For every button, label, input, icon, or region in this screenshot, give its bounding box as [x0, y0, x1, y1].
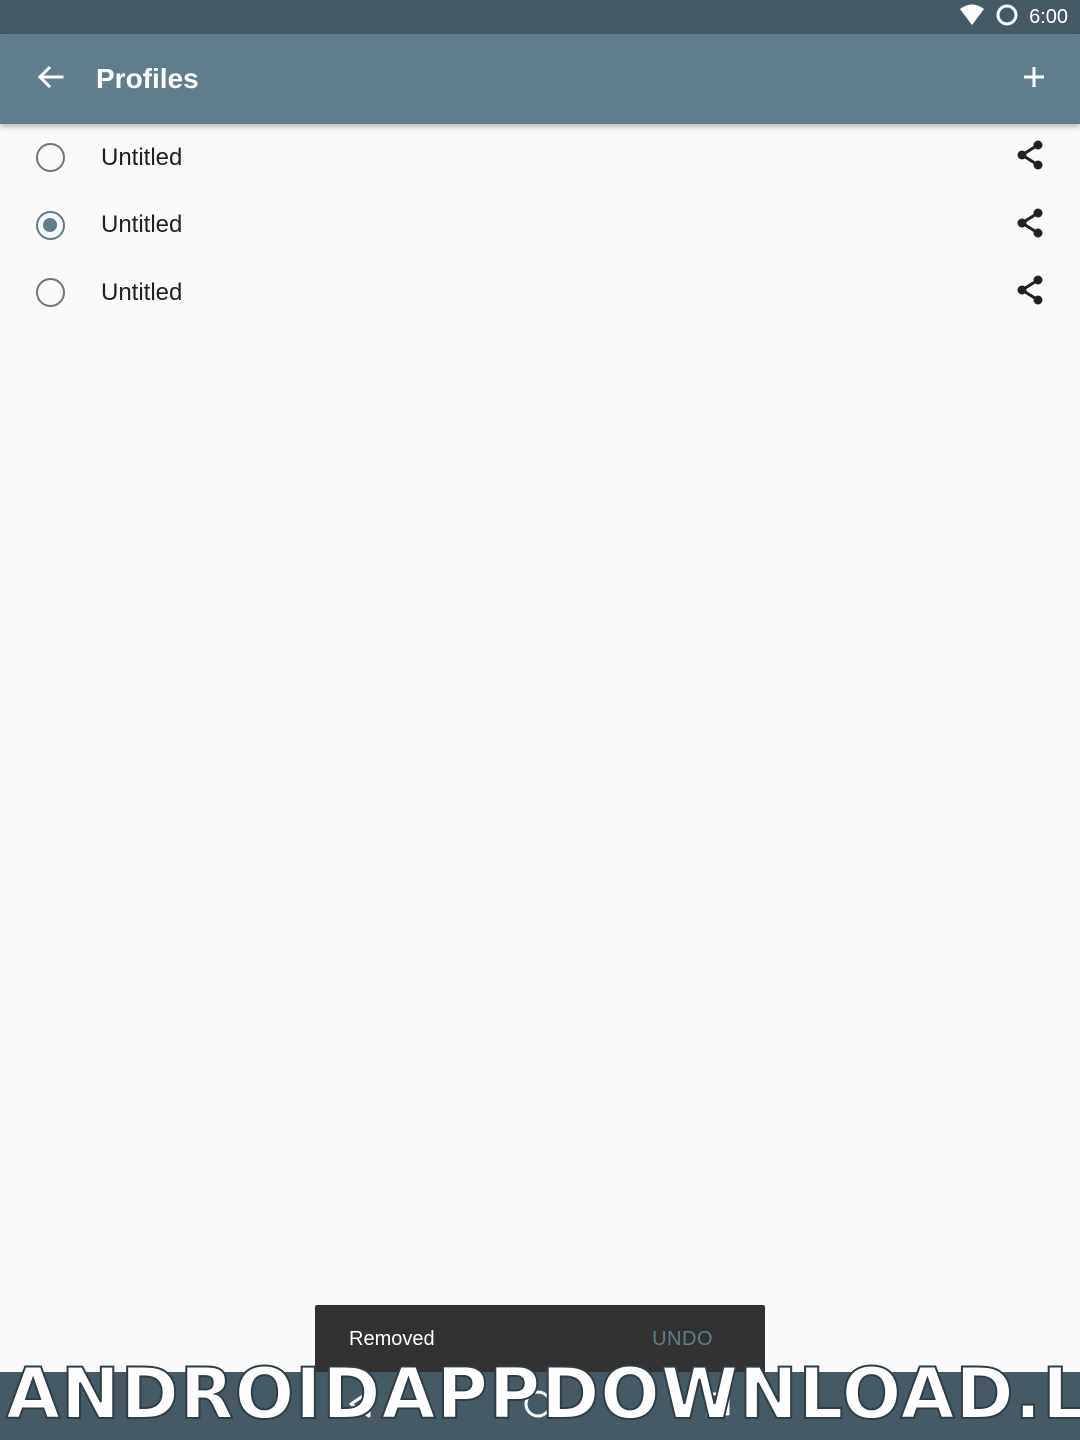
plus-icon [1022, 65, 1046, 94]
nav-back-button[interactable] [340, 1386, 380, 1426]
profile-radio[interactable] [36, 278, 65, 308]
nav-home-button[interactable] [518, 1386, 558, 1426]
status-clock: 6:00 [1029, 5, 1068, 28]
back-triangle-icon [345, 1389, 375, 1424]
add-profile-button[interactable] [1010, 55, 1058, 103]
share-button[interactable] [1010, 273, 1050, 313]
profile-row[interactable]: Untitled [0, 192, 1080, 260]
snackbar: Removed UNDO [315, 1305, 765, 1375]
share-icon [1015, 207, 1045, 244]
profile-name: Untitled [101, 143, 183, 171]
profile-radio[interactable] [36, 143, 65, 173]
profile-row[interactable]: Untitled [0, 124, 1080, 192]
profile-name: Untitled [101, 278, 183, 306]
app-bar: Profiles [0, 34, 1080, 124]
undo-button[interactable]: UNDO [652, 1328, 713, 1351]
profile-name: Untitled [101, 211, 183, 239]
recents-square-icon [704, 1390, 732, 1423]
navigation-bar [0, 1372, 1080, 1440]
share-icon [1015, 139, 1045, 176]
wifi-icon [959, 4, 985, 31]
status-bar: 6:00 [0, 0, 1080, 34]
back-button[interactable] [26, 57, 74, 101]
profile-list: Untitled Untitled Untitled [0, 124, 1080, 327]
share-button[interactable] [1010, 138, 1050, 178]
profile-row[interactable]: Untitled [0, 259, 1080, 327]
share-button[interactable] [1010, 205, 1050, 245]
sync-circle-icon [995, 3, 1019, 32]
share-icon [1015, 274, 1045, 311]
arrow-back-icon [36, 65, 64, 94]
page-title: Profiles [96, 63, 199, 94]
snackbar-message: Removed [349, 1328, 435, 1350]
home-circle-icon [523, 1389, 553, 1424]
profile-radio-selected[interactable] [36, 210, 65, 240]
nav-recents-button[interactable] [698, 1386, 738, 1426]
radio-dot [43, 217, 57, 232]
